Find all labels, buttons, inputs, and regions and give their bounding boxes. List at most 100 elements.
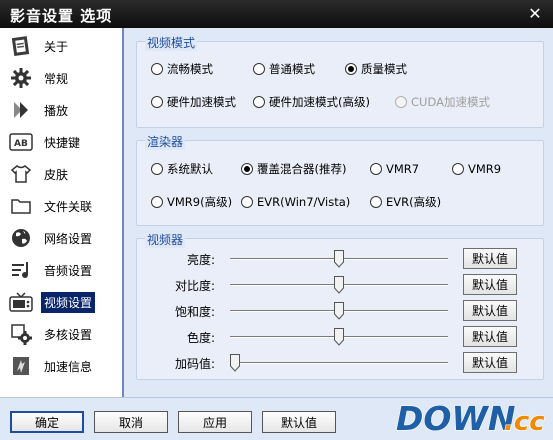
sidebar-item-label: 关于 xyxy=(44,39,69,54)
radio-quality-mode[interactable]: 质量模式 xyxy=(345,61,407,77)
video-equalizer-group: 视频器 亮度: 默认值 对比度: 默认值 饱和度: 默认值 色度: 默认值 加码… xyxy=(136,231,544,380)
radio-hw-accel-mode[interactable]: 硬件加速模式 xyxy=(151,94,236,110)
sidebar-item-network[interactable]: 网络设置 xyxy=(3,223,121,253)
radio-normal-mode[interactable]: 普通模式 xyxy=(253,61,315,77)
radio-hw-accel-advanced[interactable]: 硬件加速模式(高级) xyxy=(253,94,370,110)
window-title: 影音设置 选项 xyxy=(10,7,113,25)
radio-label: EVR(Win7/Vista) xyxy=(257,195,351,209)
title-bar[interactable]: 影音设置 选项 ✕ xyxy=(0,0,553,28)
sidebar-item-about[interactable]: 关于 xyxy=(3,31,121,61)
svg-text:DOWN: DOWN xyxy=(396,399,515,438)
radio-indicator xyxy=(151,96,163,108)
radio-evr-win7[interactable]: EVR(Win7/Vista) xyxy=(241,194,350,210)
sidebar-item-label: 加速信息 xyxy=(44,359,93,374)
sidebar-item-label: 多核设置 xyxy=(44,327,93,342)
sidebar-item-hotkeys[interactable]: AB 快捷键 xyxy=(3,127,121,157)
sidebar-item-label: 皮肤 xyxy=(44,167,69,182)
renderer-title: 渲染器 xyxy=(145,133,186,150)
video-mode-group: 视频模式 流畅模式 普通模式 质量模式 硬件加速模式 硬件加速模式(高级) CU… xyxy=(136,34,544,128)
radio-vmr9[interactable]: VMR9 xyxy=(452,161,501,177)
sidebar-item-file-assoc[interactable]: 文件关联 xyxy=(3,191,121,221)
radio-label: VMR7 xyxy=(386,162,420,176)
radio-evr-advanced[interactable]: EVR(高级) xyxy=(370,194,441,210)
sidebar: 关于 常规 播放 AB 快捷键 皮肤 文件关联 网络设置 音频设置 视频设置 多… xyxy=(0,28,124,397)
contrast-slider-thumb[interactable] xyxy=(334,276,344,294)
sidebar-item-video[interactable]: 视频设置 xyxy=(3,287,121,317)
audio-icon xyxy=(8,258,34,282)
radio-label: 硬件加速模式(高级) xyxy=(269,95,370,109)
sidebar-item-acceleration[interactable]: 加速信息 xyxy=(3,351,121,381)
sidebar-item-label: 快捷键 xyxy=(44,135,81,150)
shirt-icon xyxy=(8,162,34,186)
svg-text:AB: AB xyxy=(14,139,28,149)
radio-vmr7[interactable]: VMR7 xyxy=(370,161,419,177)
sidebar-item-audio[interactable]: 音频设置 xyxy=(3,255,121,285)
contrast-default-button[interactable]: 默认值 xyxy=(463,274,517,295)
sidebar-item-label: 网络设置 xyxy=(44,231,93,246)
radio-label: 质量模式 xyxy=(361,62,407,76)
sidebar-item-label: 常规 xyxy=(44,71,69,86)
sidebar-item-playback[interactable]: 播放 xyxy=(3,95,121,125)
sidebar-item-general[interactable]: 常规 xyxy=(3,63,121,93)
sidebar-item-skin[interactable]: 皮肤 xyxy=(3,159,121,189)
slider-label: 色度: xyxy=(186,331,215,345)
radio-indicator xyxy=(452,163,464,175)
play-icon xyxy=(8,98,34,122)
hue-default-button[interactable]: 默认值 xyxy=(463,326,517,347)
radio-vmr9-advanced[interactable]: VMR9(高级) xyxy=(151,194,232,210)
video-settings-panel: 视频模式 流畅模式 普通模式 质量模式 硬件加速模式 硬件加速模式(高级) CU… xyxy=(126,28,553,397)
apply-button[interactable]: 应用 xyxy=(178,411,252,433)
restore-default-button[interactable]: 默认值 xyxy=(262,411,336,433)
radio-indicator xyxy=(370,196,382,208)
radio-indicator xyxy=(345,63,357,75)
slider-label: 对比度: xyxy=(174,279,215,293)
gear-icon xyxy=(8,66,34,90)
gain-default-button[interactable]: 默认值 xyxy=(463,352,517,373)
radio-label: CUDA加速模式 xyxy=(411,95,490,109)
brightness-default-button[interactable]: 默认值 xyxy=(463,248,517,269)
slider-row-saturation: 饱和度: 默认值 xyxy=(137,299,543,323)
slider-label: 饱和度: xyxy=(174,305,215,319)
gain-slider-track[interactable] xyxy=(230,362,448,364)
globe-icon xyxy=(8,226,34,250)
slider-label: 加码值: xyxy=(174,357,215,371)
close-icon[interactable]: ✕ xyxy=(525,4,545,24)
radio-label: 流畅模式 xyxy=(167,62,213,76)
radio-system-default[interactable]: 系统默认 xyxy=(151,161,213,177)
gain-slider-thumb[interactable] xyxy=(230,354,240,372)
radio-indicator xyxy=(241,196,253,208)
slider-row-gain: 加码值: 默认值 xyxy=(137,351,543,375)
sidebar-item-label: 播放 xyxy=(44,103,69,118)
saturation-default-button[interactable]: 默认值 xyxy=(463,300,517,321)
sidebar-item-label: 文件关联 xyxy=(44,199,93,214)
folder-icon xyxy=(8,194,34,218)
radio-label: EVR(高级) xyxy=(386,195,442,209)
video-equalizer-title: 视频器 xyxy=(145,231,186,248)
radio-indicator xyxy=(395,96,407,108)
radio-label: 系统默认 xyxy=(167,162,213,176)
ok-button[interactable]: 确定 xyxy=(10,411,84,433)
slider-label: 亮度: xyxy=(186,253,215,267)
slider-row-contrast: 对比度: 默认值 xyxy=(137,273,543,297)
tv-icon xyxy=(8,290,34,314)
video-mode-title: 视频模式 xyxy=(145,34,198,51)
multicore-icon xyxy=(8,322,34,346)
sidebar-item-multicore[interactable]: 多核设置 xyxy=(3,319,121,349)
saturation-slider-thumb[interactable] xyxy=(334,302,344,320)
renderer-group: 渲染器 系统默认 覆盖混合器(推荐) VMR7 VMR9 VMR9(高级) EV… xyxy=(136,133,544,226)
radio-indicator xyxy=(370,163,382,175)
radio-label: VMR9 xyxy=(468,162,502,176)
accel-icon xyxy=(8,354,34,378)
radio-indicator xyxy=(253,96,265,108)
radio-label: 硬件加速模式 xyxy=(167,95,236,109)
cancel-button[interactable]: 取消 xyxy=(94,411,168,433)
radio-smooth-mode[interactable]: 流畅模式 xyxy=(151,61,213,77)
info-icon xyxy=(8,34,34,58)
brightness-slider-thumb[interactable] xyxy=(334,250,344,268)
settings-dialog: 影音设置 选项 ✕ 关于 常规 播放 AB 快捷键 皮肤 文件关联 网络设置 音… xyxy=(0,0,553,440)
radio-overlay-mixer[interactable]: 覆盖混合器(推荐) xyxy=(241,161,346,177)
svg-text:.cc: .cc xyxy=(504,407,545,437)
sidebar-item-label: 视频设置 xyxy=(41,291,96,313)
radio-label: 覆盖混合器(推荐) xyxy=(257,162,347,176)
hue-slider-thumb[interactable] xyxy=(334,328,344,346)
